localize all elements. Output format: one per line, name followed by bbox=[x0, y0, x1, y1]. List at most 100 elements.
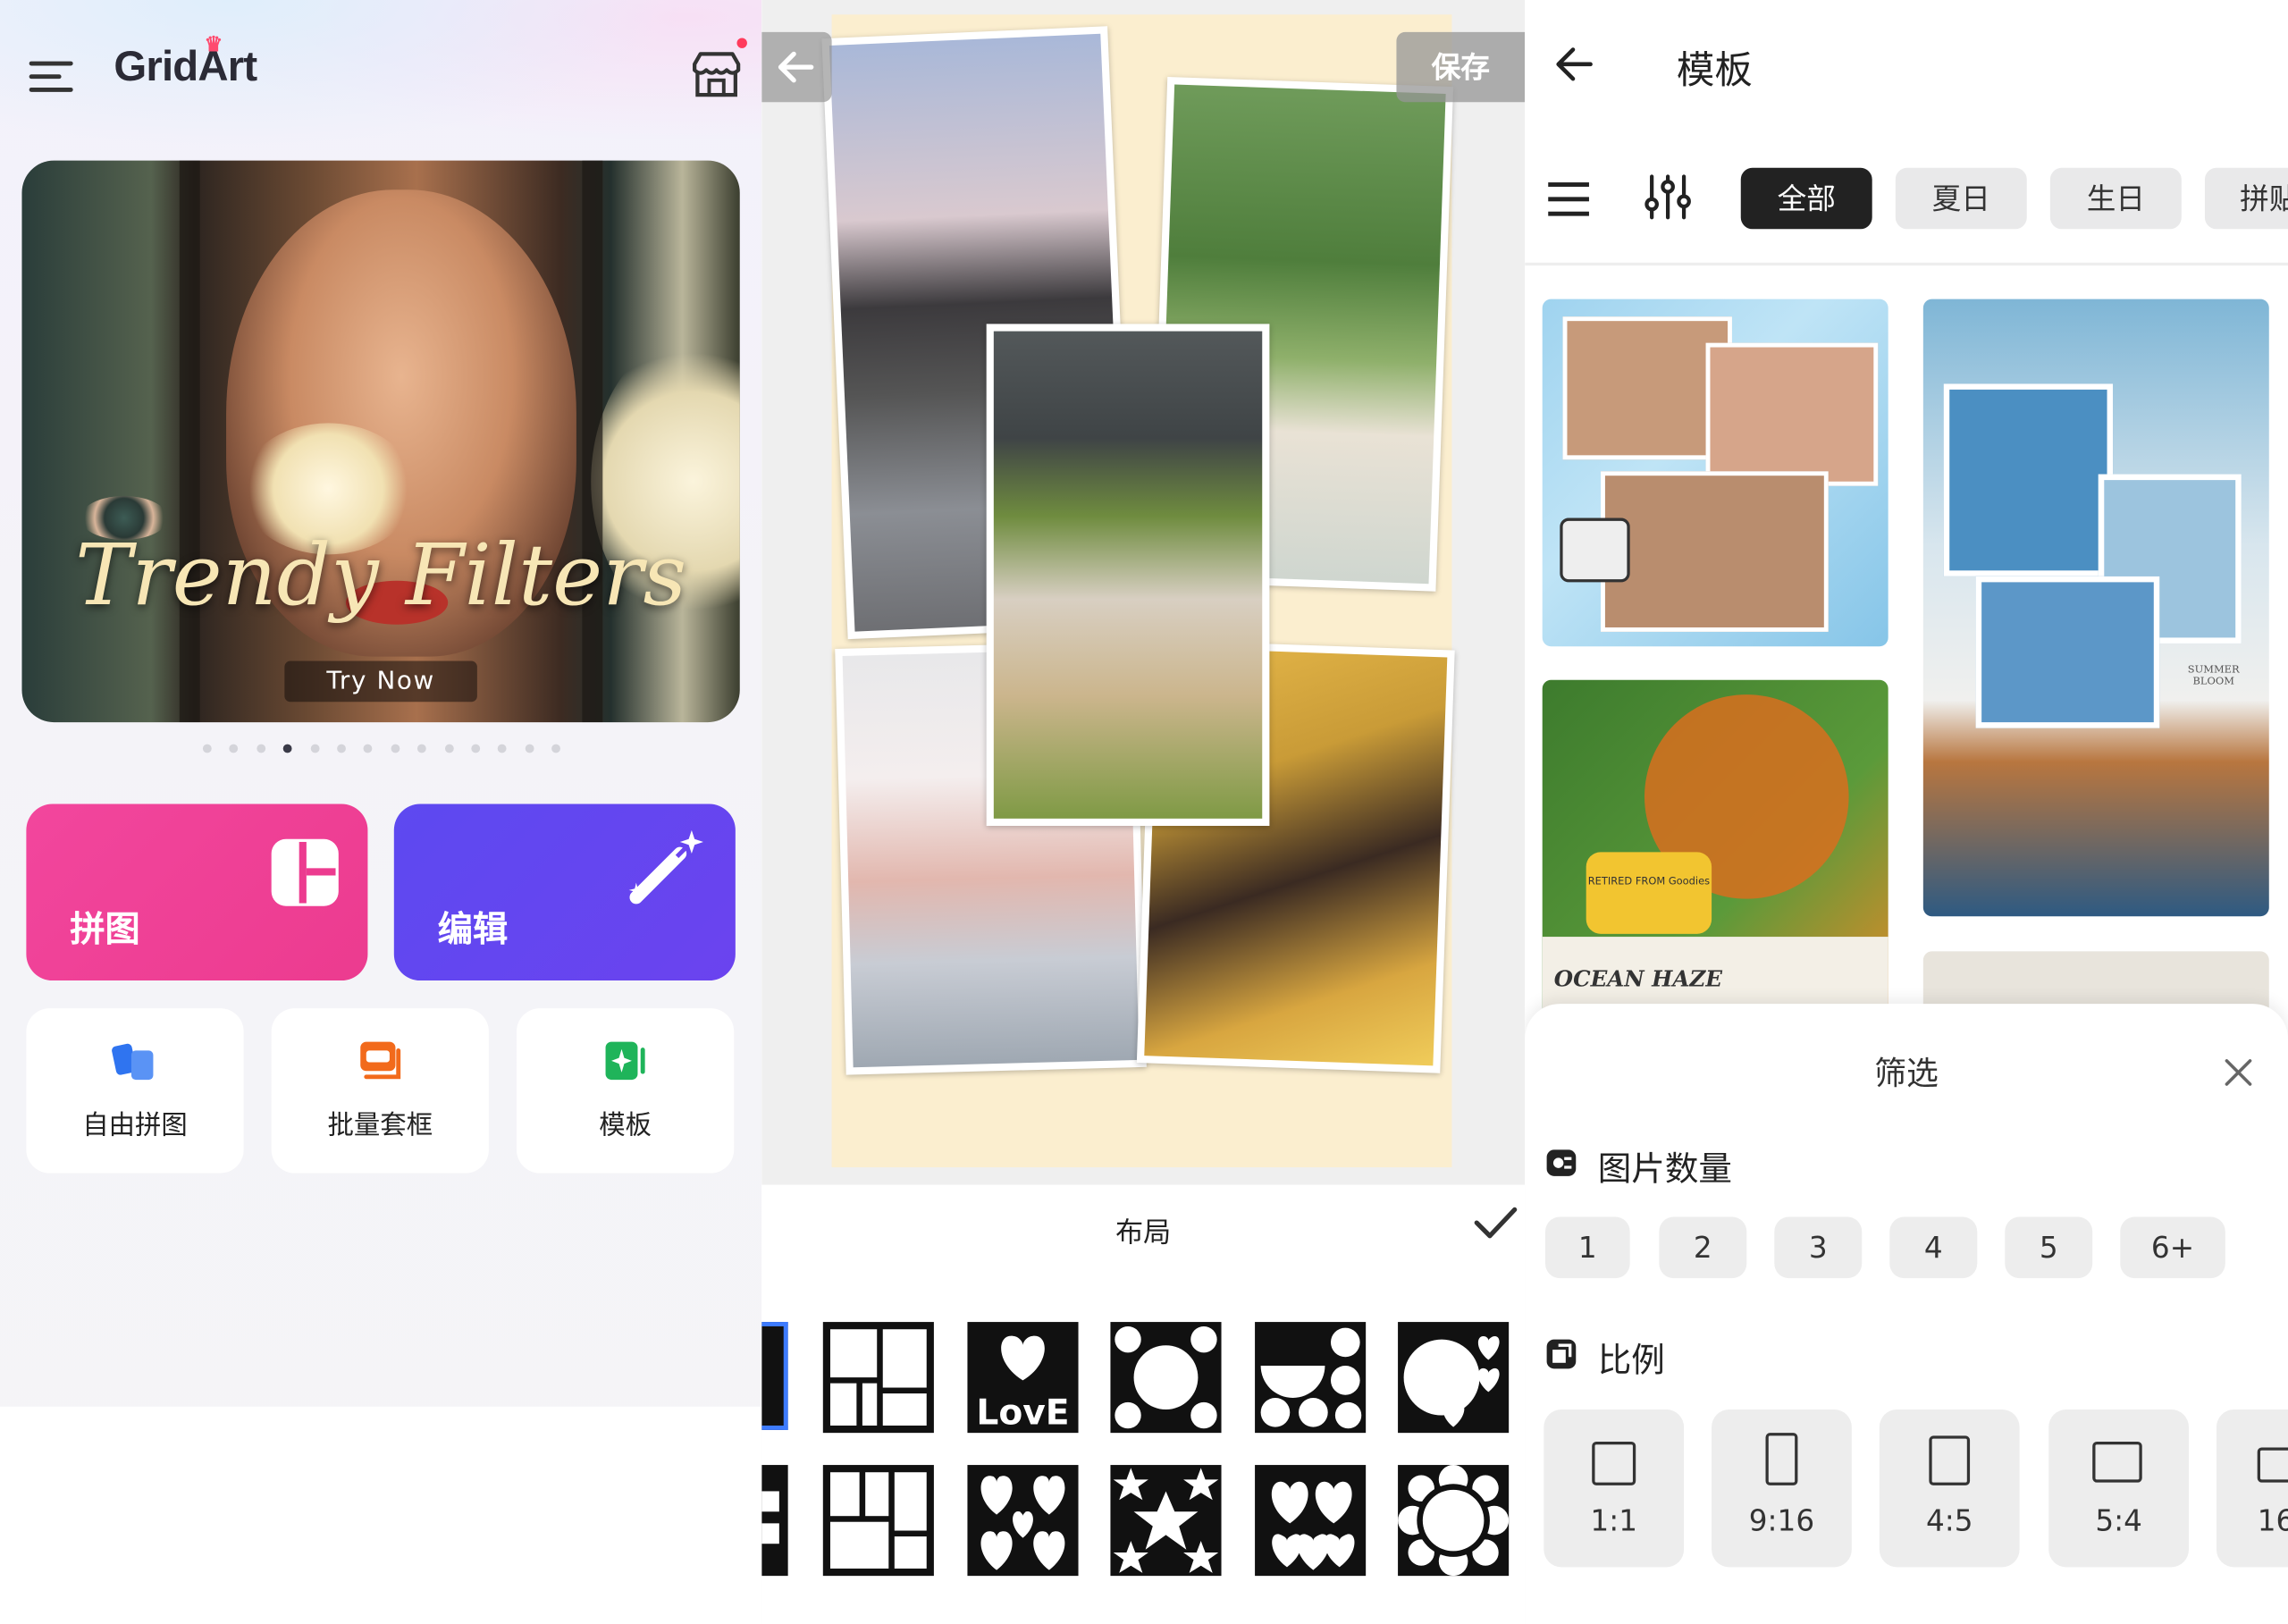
tab-collage[interactable]: 拼贴 bbox=[2204, 167, 2288, 230]
ratio-wide-icon bbox=[2092, 1441, 2142, 1483]
app-name: GridArt bbox=[114, 43, 257, 91]
ratio-portrait-icon bbox=[1765, 1433, 1798, 1485]
ratio-option-4-5[interactable]: 4:5 bbox=[1879, 1409, 2020, 1568]
ratio-icon bbox=[1546, 1339, 1577, 1369]
carousel-dot[interactable] bbox=[257, 744, 265, 753]
carousel-dot[interactable] bbox=[498, 744, 508, 753]
carousel-dot[interactable] bbox=[229, 744, 239, 753]
template-card-1[interactable] bbox=[1542, 299, 1888, 647]
carousel-dot[interactable] bbox=[471, 744, 481, 753]
batch-frame-card[interactable]: 批量套框 bbox=[271, 1008, 489, 1174]
page-title: 模板 bbox=[1676, 49, 1753, 94]
carousel-dot[interactable] bbox=[310, 744, 319, 753]
count-option-5[interactable]: 5 bbox=[2005, 1216, 2093, 1279]
tab-all[interactable]: 全部 bbox=[1740, 167, 1872, 230]
layout-semicircle[interactable] bbox=[1255, 1322, 1367, 1434]
home-screen: GridArt ♛ Trendy Filters Try Now 拼图 编辑 自… bbox=[0, 0, 762, 1624]
collage-label: 拼图 bbox=[70, 909, 140, 950]
editor-screen: 保存 布局 LovE bbox=[761, 0, 1526, 1624]
ratio-option-label: 4:5 bbox=[1925, 1502, 1973, 1538]
try-now-button[interactable]: Try Now bbox=[284, 661, 477, 703]
save-button[interactable]: 保存 bbox=[1396, 31, 1526, 103]
count-option-6plus[interactable]: 6+ bbox=[2120, 1216, 2225, 1279]
film-frame-left bbox=[179, 160, 200, 723]
collage-grid-icon bbox=[271, 838, 339, 906]
template-card-ocean[interactable]: OCEAN HAZE RETIRED FROM Goodies bbox=[1542, 679, 1888, 1016]
tab-birthday[interactable]: 生日 bbox=[2049, 167, 2182, 230]
magic-wand-icon bbox=[628, 829, 703, 905]
back-button[interactable] bbox=[761, 31, 832, 103]
ocean-caption: OCEAN HAZE bbox=[1553, 965, 1722, 993]
layout-tile-selected[interactable] bbox=[761, 1322, 788, 1430]
store-icon[interactable] bbox=[689, 50, 744, 100]
love-text-layout-icon: LovE bbox=[976, 1335, 1070, 1433]
collage-photo-5[interactable] bbox=[986, 324, 1270, 827]
summer-caption: SUMMER BLOOM bbox=[2187, 663, 2240, 687]
count-option-2[interactable]: 2 bbox=[1659, 1216, 1747, 1279]
home-bottom-area bbox=[0, 1406, 762, 1624]
carousel-dot[interactable] bbox=[417, 744, 427, 753]
layout-circles[interactable] bbox=[1110, 1322, 1222, 1434]
template-icon bbox=[605, 1041, 645, 1081]
template-card-summer[interactable]: SUMMER BLOOM bbox=[1922, 299, 2269, 917]
count-option-1[interactable]: 1 bbox=[1544, 1216, 1630, 1279]
carousel-dot[interactable] bbox=[337, 744, 346, 753]
layout-stars[interactable] bbox=[1110, 1465, 1222, 1577]
ratio-option-label: 9:16 bbox=[1748, 1502, 1815, 1538]
layout-heart-bunch[interactable] bbox=[1255, 1465, 1367, 1577]
banner-title: Trendy Filters bbox=[75, 525, 687, 625]
ratio-option-label: 1:1 bbox=[1590, 1502, 1637, 1538]
layout-tile-partial[interactable] bbox=[761, 1465, 788, 1577]
checkmark-icon[interactable] bbox=[1474, 1205, 1518, 1240]
batch-frame-label: 批量套框 bbox=[327, 1110, 433, 1141]
collage-button[interactable]: 拼图 bbox=[26, 804, 368, 981]
carousel-dot[interactable] bbox=[525, 744, 534, 753]
filter-sheet: 筛选 图片数量 1 2 3 4 5 6+ 比例 1:1 9:16 4:5 5:4… bbox=[1525, 1004, 2288, 1624]
photo-count-label: 图片数量 bbox=[1597, 1151, 1732, 1190]
close-icon[interactable] bbox=[2223, 1056, 2255, 1089]
carousel-dot[interactable] bbox=[391, 744, 400, 753]
ratio-option-1-1[interactable]: 1:1 bbox=[1544, 1409, 1685, 1568]
app-logo: GridArt ♛ bbox=[114, 32, 257, 92]
layout-hearts-cluster[interactable] bbox=[967, 1465, 1079, 1577]
list-menu-icon[interactable] bbox=[1548, 180, 1592, 217]
sticker-caption: RETIRED FROM Goodies bbox=[1586, 852, 1712, 934]
ratio-landscape-icon bbox=[2257, 1447, 2288, 1483]
edit-button[interactable]: 编辑 bbox=[393, 804, 736, 981]
hearts-layout-icon bbox=[1403, 1335, 1500, 1427]
layout-grid-5[interactable] bbox=[822, 1465, 934, 1577]
layout-flower-circle[interactable] bbox=[1398, 1465, 1510, 1577]
ratio-option-9-16[interactable]: 9:16 bbox=[1712, 1409, 1852, 1568]
ratio-option-16[interactable]: 16 bbox=[2216, 1409, 2288, 1568]
carousel-dot[interactable] bbox=[551, 744, 561, 753]
carousel-dot[interactable] bbox=[283, 744, 292, 753]
tab-summer[interactable]: 夏日 bbox=[1895, 167, 2027, 230]
free-collage-card[interactable]: 自由拼图 bbox=[26, 1008, 244, 1174]
filter-sliders-icon[interactable] bbox=[1643, 172, 1693, 223]
photo-count-icon bbox=[1546, 1149, 1577, 1176]
layout-love[interactable]: LovE bbox=[967, 1322, 1079, 1434]
layout-hearts[interactable] bbox=[1398, 1322, 1510, 1434]
menu-icon[interactable] bbox=[29, 58, 76, 93]
ratio-option-label: 5:4 bbox=[2095, 1502, 2142, 1538]
grid-layout-icon bbox=[829, 1329, 927, 1426]
count-option-3[interactable]: 3 bbox=[1774, 1216, 1863, 1279]
count-option-4[interactable]: 4 bbox=[1889, 1216, 1978, 1279]
layout-grid-4[interactable] bbox=[822, 1322, 934, 1434]
crown-icon: ♛ bbox=[204, 31, 223, 56]
carousel-dot[interactable] bbox=[444, 744, 454, 753]
semicircle-layout-icon bbox=[1260, 1327, 1362, 1429]
arrow-left-icon[interactable] bbox=[1554, 44, 1595, 85]
edit-label: 编辑 bbox=[437, 909, 509, 950]
carousel-dot[interactable] bbox=[364, 744, 373, 753]
heart-bunch-layout-icon bbox=[1271, 1481, 1355, 1570]
carousel-dot[interactable] bbox=[202, 744, 212, 753]
ratio-square-icon bbox=[1592, 1441, 1636, 1485]
template-card[interactable]: 模板 bbox=[516, 1008, 735, 1174]
batch-frame-icon bbox=[360, 1041, 401, 1080]
promo-banner[interactable]: Trendy Filters Try Now bbox=[21, 160, 740, 723]
ratio-option-5-4[interactable]: 5:4 bbox=[2048, 1409, 2189, 1568]
circles-layout-icon bbox=[1115, 1325, 1217, 1429]
templates-screen: 模板 全部 夏日 生日 拼贴 OCEAN HAZE RETIRED FROM G… bbox=[1525, 0, 2288, 1624]
flower-circle-layout-icon bbox=[1398, 1465, 1510, 1577]
